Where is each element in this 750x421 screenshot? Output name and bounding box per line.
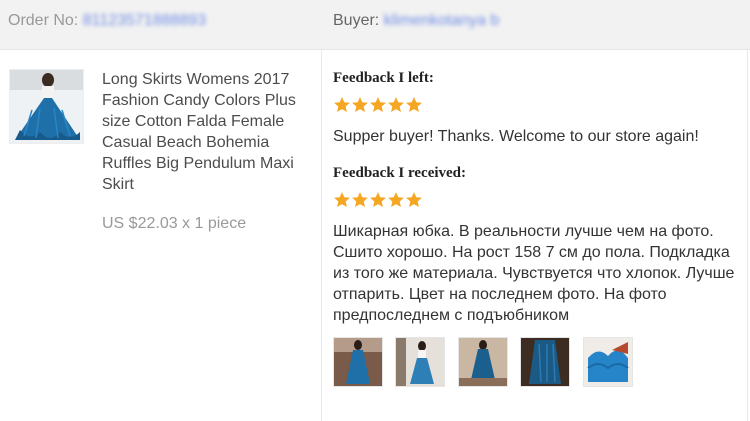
skirt-photo-2-icon [396, 338, 445, 386]
feedback-photo-5[interactable] [582, 337, 633, 387]
feedback-photo-3[interactable] [457, 337, 508, 387]
order-label: Order No: [8, 12, 79, 29]
product-thumbnail[interactable] [9, 69, 84, 144]
star-icon [352, 192, 368, 207]
buyer-name[interactable]: klimenkotanya b [384, 12, 500, 30]
star-icon [388, 192, 404, 207]
skirt-photo-5-icon [583, 338, 632, 386]
product-price: US $22.03 x 1 piece [102, 215, 247, 232]
feedback-left-text: Supper buyer! Thanks. Welcome to our sto… [333, 128, 699, 145]
star-icon [352, 97, 368, 112]
star-icon [334, 192, 350, 207]
feedback-photos [333, 337, 641, 390]
column-divider [321, 50, 322, 421]
star-icon [406, 97, 422, 112]
star-icon [406, 192, 422, 207]
feedback-received-heading: Feedback I received: [333, 165, 467, 181]
right-border [747, 50, 748, 421]
buyer-info: Buyer: klimenkotanya b [333, 12, 499, 30]
feedback-left-heading: Feedback I left: [333, 70, 434, 86]
feedback-photo-2[interactable] [395, 337, 446, 387]
order-header: Order No: 81123571888893 Buyer: klimenko… [0, 0, 750, 50]
order-number: Order No: 81123571888893 [8, 12, 206, 30]
skirt-photo-3-icon [458, 338, 507, 386]
feedback-left-stars [333, 96, 423, 116]
skirt-photo-icon [10, 70, 83, 143]
star-icon [388, 97, 404, 112]
buyer-label: Buyer: [333, 12, 380, 29]
product-title[interactable]: Long Skirts Womens 2017 Fashion Candy Co… [102, 69, 316, 195]
order-value[interactable]: 81123571888893 [83, 12, 206, 30]
feedback-received-text: Шикарная юбка. В реальности лучше чем на… [333, 223, 735, 324]
star-icon [334, 97, 350, 112]
feedback-received-stars [333, 191, 423, 211]
star-icon [370, 192, 386, 207]
star-icon [370, 97, 386, 112]
feedback-photo-1[interactable] [333, 337, 383, 387]
skirt-photo-1-icon [334, 338, 382, 386]
skirt-photo-4-icon [521, 338, 570, 386]
feedback-photo-4[interactable] [520, 337, 571, 387]
